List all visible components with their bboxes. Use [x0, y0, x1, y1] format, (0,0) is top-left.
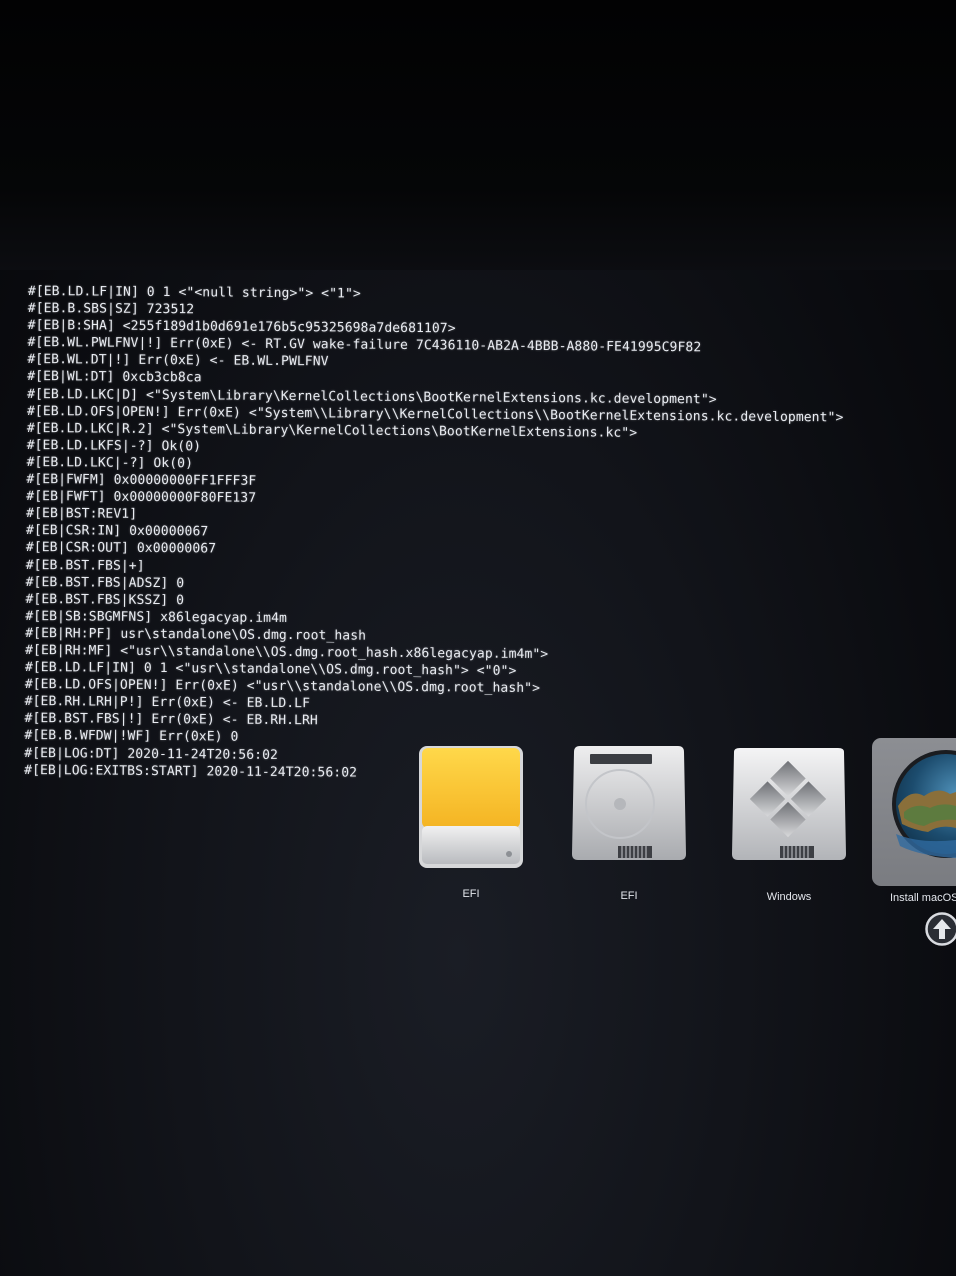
- efi-drive-icon: [419, 746, 523, 868]
- boot-picker: EFI EFI Windows Install macOS: [0, 0, 956, 1276]
- windows-disk-icon: [732, 748, 846, 860]
- boot-entry-efi-2[interactable]: EFI: [568, 742, 690, 906]
- boot-entry-efi-1[interactable]: EFI: [412, 742, 530, 906]
- boot-entry-label: Windows: [766, 891, 812, 903]
- macos-installer-icon: [892, 750, 956, 858]
- internal-disk-icon: [572, 746, 686, 860]
- boot-entry-windows[interactable]: Windows: [728, 744, 850, 908]
- boot-entry-install-macos[interactable]: Install macOS: [880, 748, 956, 908]
- arrow-up-circle-icon[interactable]: [924, 911, 956, 947]
- boot-entry-label: Install macOS: [890, 892, 956, 904]
- boot-entry-label: EFI: [620, 890, 638, 902]
- boot-entry-label: EFI: [462, 888, 480, 900]
